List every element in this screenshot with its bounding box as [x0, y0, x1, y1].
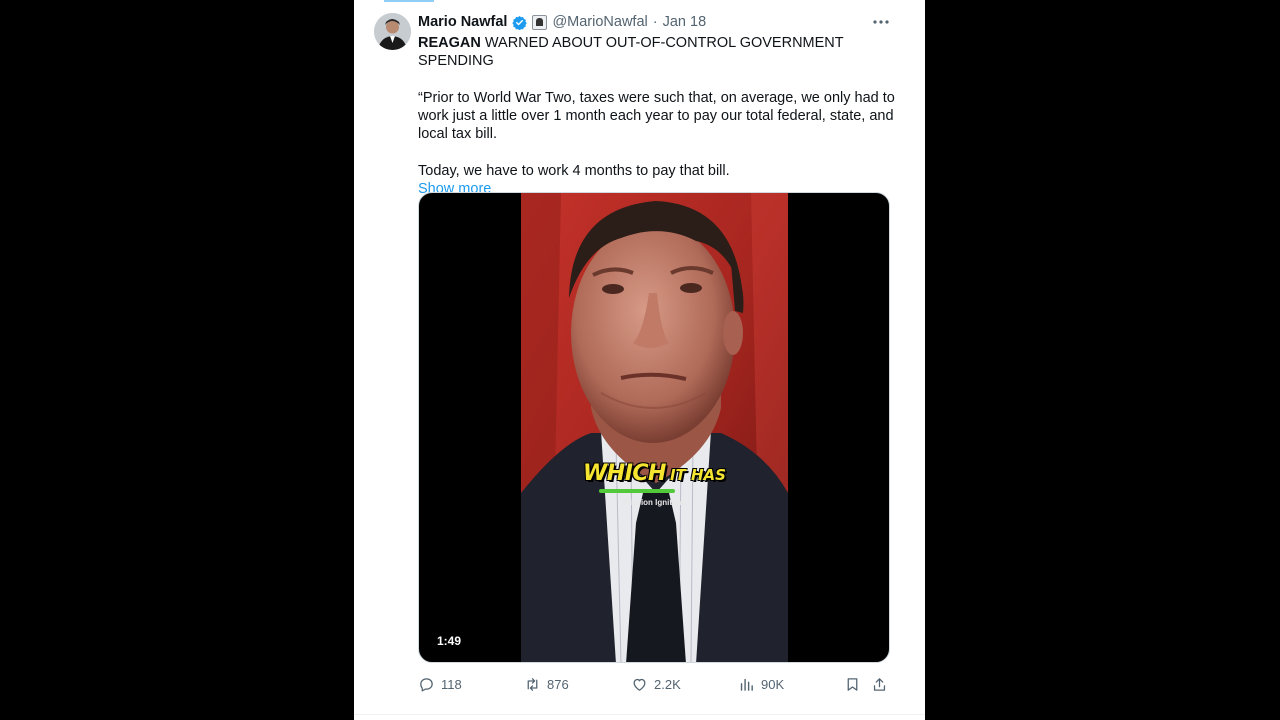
video-caption: WHICH IT HAS: [521, 461, 788, 486]
video-watermark: Mission Ignitline: [623, 498, 686, 507]
heart-icon: [633, 678, 646, 691]
more-dots-icon: [873, 20, 889, 24]
like-button[interactable]: 2.2K: [631, 674, 681, 694]
headline-bold: REAGAN: [418, 35, 481, 51]
views-count: 90K: [761, 676, 785, 692]
reply-button[interactable]: 118: [418, 674, 462, 694]
share-icon: [873, 677, 886, 691]
like-count: 2.2K: [654, 676, 681, 692]
tweet-paragraph-2: Today, we have to work 4 months to pay t…: [418, 163, 730, 180]
avatar[interactable]: [374, 13, 411, 50]
video-duration: 1:49: [431, 632, 468, 650]
share-button[interactable]: [871, 674, 888, 694]
repost-count: 876: [547, 676, 569, 692]
verified-badge-icon: [512, 15, 528, 30]
author-name[interactable]: Mario Nawfal: [418, 14, 507, 30]
video-player[interactable]: WHICH IT HAS Mission Ignitline 1:49: [418, 192, 890, 663]
video-frame: WHICH IT HAS Mission Ignitline: [521, 193, 788, 662]
separator-dot: ·: [652, 14, 658, 30]
tweet-actions: 118 876 2.2K 90K: [418, 674, 898, 694]
tweet-card: Mario Nawfal @MarioNawfal · Jan 18 REAGA…: [354, 0, 925, 720]
views-icon: [740, 678, 753, 691]
tweet-date[interactable]: Jan 18: [663, 14, 707, 30]
tweet-header: Mario Nawfal @MarioNawfal · Jan 18: [418, 12, 706, 32]
tweet-paragraph-1: “Prior to World War Two, taxes were such…: [418, 89, 895, 143]
reply-count: 118: [441, 676, 462, 692]
headline-rest: WARNED ABOUT OUT-OF-CONTROL GOVERNMENT S…: [418, 35, 844, 70]
tweet-headline: REAGAN WARNED ABOUT OUT-OF-CONTROL GOVER…: [418, 34, 898, 71]
more-options-button[interactable]: [871, 12, 891, 32]
caption-underline: [599, 489, 675, 493]
tweet-text: REAGAN WARNED ABOUT OUT-OF-CONTROL GOVER…: [418, 34, 898, 199]
caption-big: WHICH: [583, 461, 666, 486]
reply-icon: [420, 677, 433, 692]
bookmark-icon: [847, 677, 858, 691]
caption-small: IT HAS: [669, 466, 726, 484]
divider: [354, 714, 925, 715]
repost-icon: [527, 677, 538, 691]
top-accent-bar: [384, 0, 434, 2]
bookmark-button[interactable]: [844, 674, 861, 694]
views-button[interactable]: 90K: [738, 674, 784, 694]
affiliation-badge-icon[interactable]: [532, 14, 548, 30]
author-handle[interactable]: @MarioNawfal: [552, 14, 647, 30]
repost-button[interactable]: 876: [524, 674, 569, 694]
